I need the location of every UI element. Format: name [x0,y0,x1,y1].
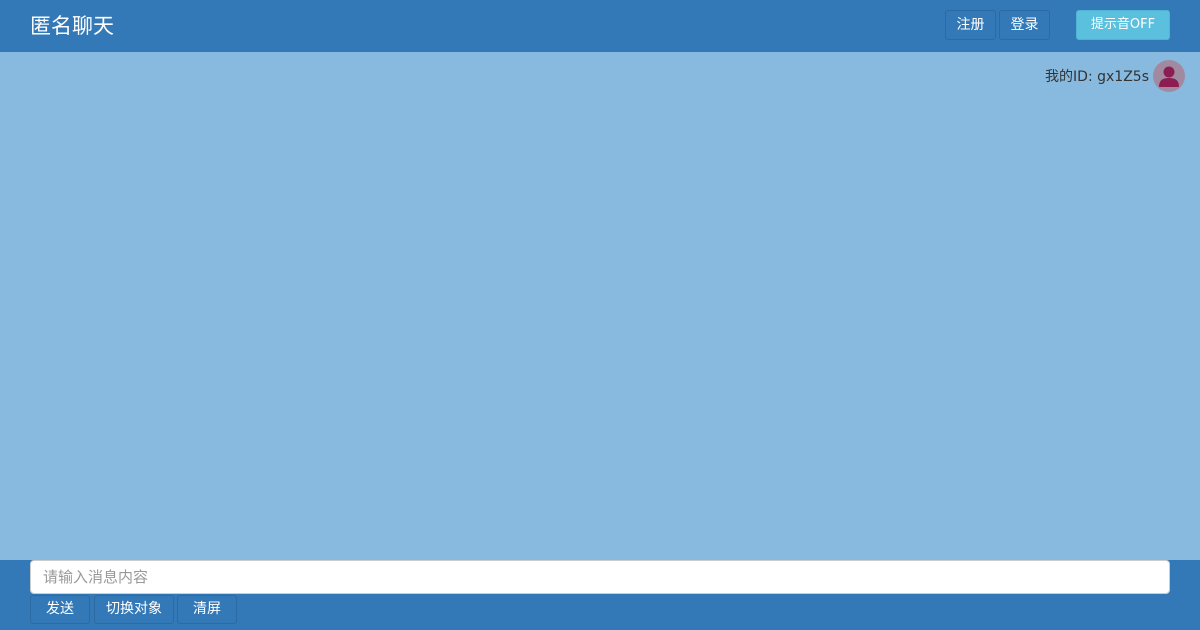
clear-screen-button[interactable]: 清屏 [177,595,237,624]
switch-partner-button[interactable]: 切换对象 [94,595,174,624]
login-button[interactable]: 登录 [999,10,1050,40]
avatar-figure [1159,66,1179,87]
composer-bar: 发送 切换对象 清屏 [0,560,1200,630]
user-id-label: 我的ID: gx1Z5s [1045,69,1149,85]
app-title: 匿名聊天 [30,14,114,38]
message-input[interactable] [30,560,1170,594]
user-id-area: 我的ID: gx1Z5s [1045,60,1185,92]
user-icon[interactable] [1153,60,1185,92]
top-bar: 匿名聊天 注册 登录 提示音OFF [0,0,1200,52]
send-button[interactable]: 发送 [30,595,90,624]
sound-toggle-button[interactable]: 提示音OFF [1076,10,1170,40]
register-button[interactable]: 注册 [945,10,996,40]
